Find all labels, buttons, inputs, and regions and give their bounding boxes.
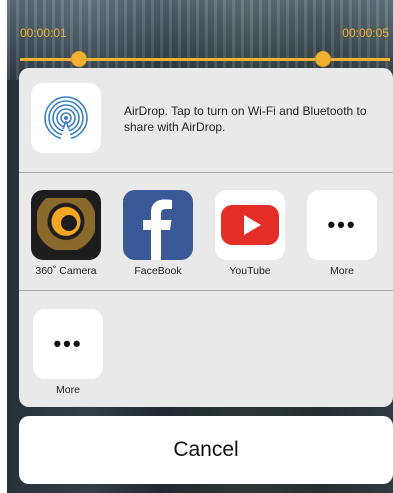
app-more[interactable]: ••• More <box>305 190 379 277</box>
trim-end-handle[interactable] <box>315 51 331 67</box>
more-icon: ••• <box>307 190 377 260</box>
camera-360-icon <box>31 190 101 260</box>
app-youtube[interactable]: YouTube <box>213 190 287 277</box>
youtube-icon <box>215 190 285 260</box>
actions-row: ••• More <box>19 291 393 407</box>
airdrop-row[interactable]: AirDrop. Tap to turn on Wi-Fi and Blueto… <box>19 68 393 173</box>
airdrop-description: AirDrop. Tap to turn on Wi-Fi and Blueto… <box>124 104 367 134</box>
app-label: More <box>330 265 354 277</box>
facebook-icon <box>123 190 193 260</box>
app-label: FaceBook <box>134 265 182 277</box>
more-icon: ••• <box>33 309 103 379</box>
app-facebook[interactable]: FaceBook <box>121 190 195 277</box>
airdrop-icon[interactable] <box>31 83 101 153</box>
app-label: YouTube <box>229 265 271 277</box>
share-sheet: AirDrop. Tap to turn on Wi-Fi and Blueto… <box>19 68 393 407</box>
action-label: More <box>56 384 80 396</box>
app-label: 360˚ Camera <box>35 265 97 277</box>
trim-end-time: 00:00:05 <box>342 26 389 40</box>
action-more[interactable]: ••• More <box>31 309 105 396</box>
app-360-camera[interactable]: 360˚ Camera <box>29 190 103 277</box>
trim-start-handle[interactable] <box>71 51 87 67</box>
apps-row: 360˚ Camera FaceBook YouTube ••• More <box>19 173 393 291</box>
cancel-button[interactable]: Cancel <box>19 416 393 484</box>
trim-start-time: 00:00:01 <box>20 26 67 40</box>
